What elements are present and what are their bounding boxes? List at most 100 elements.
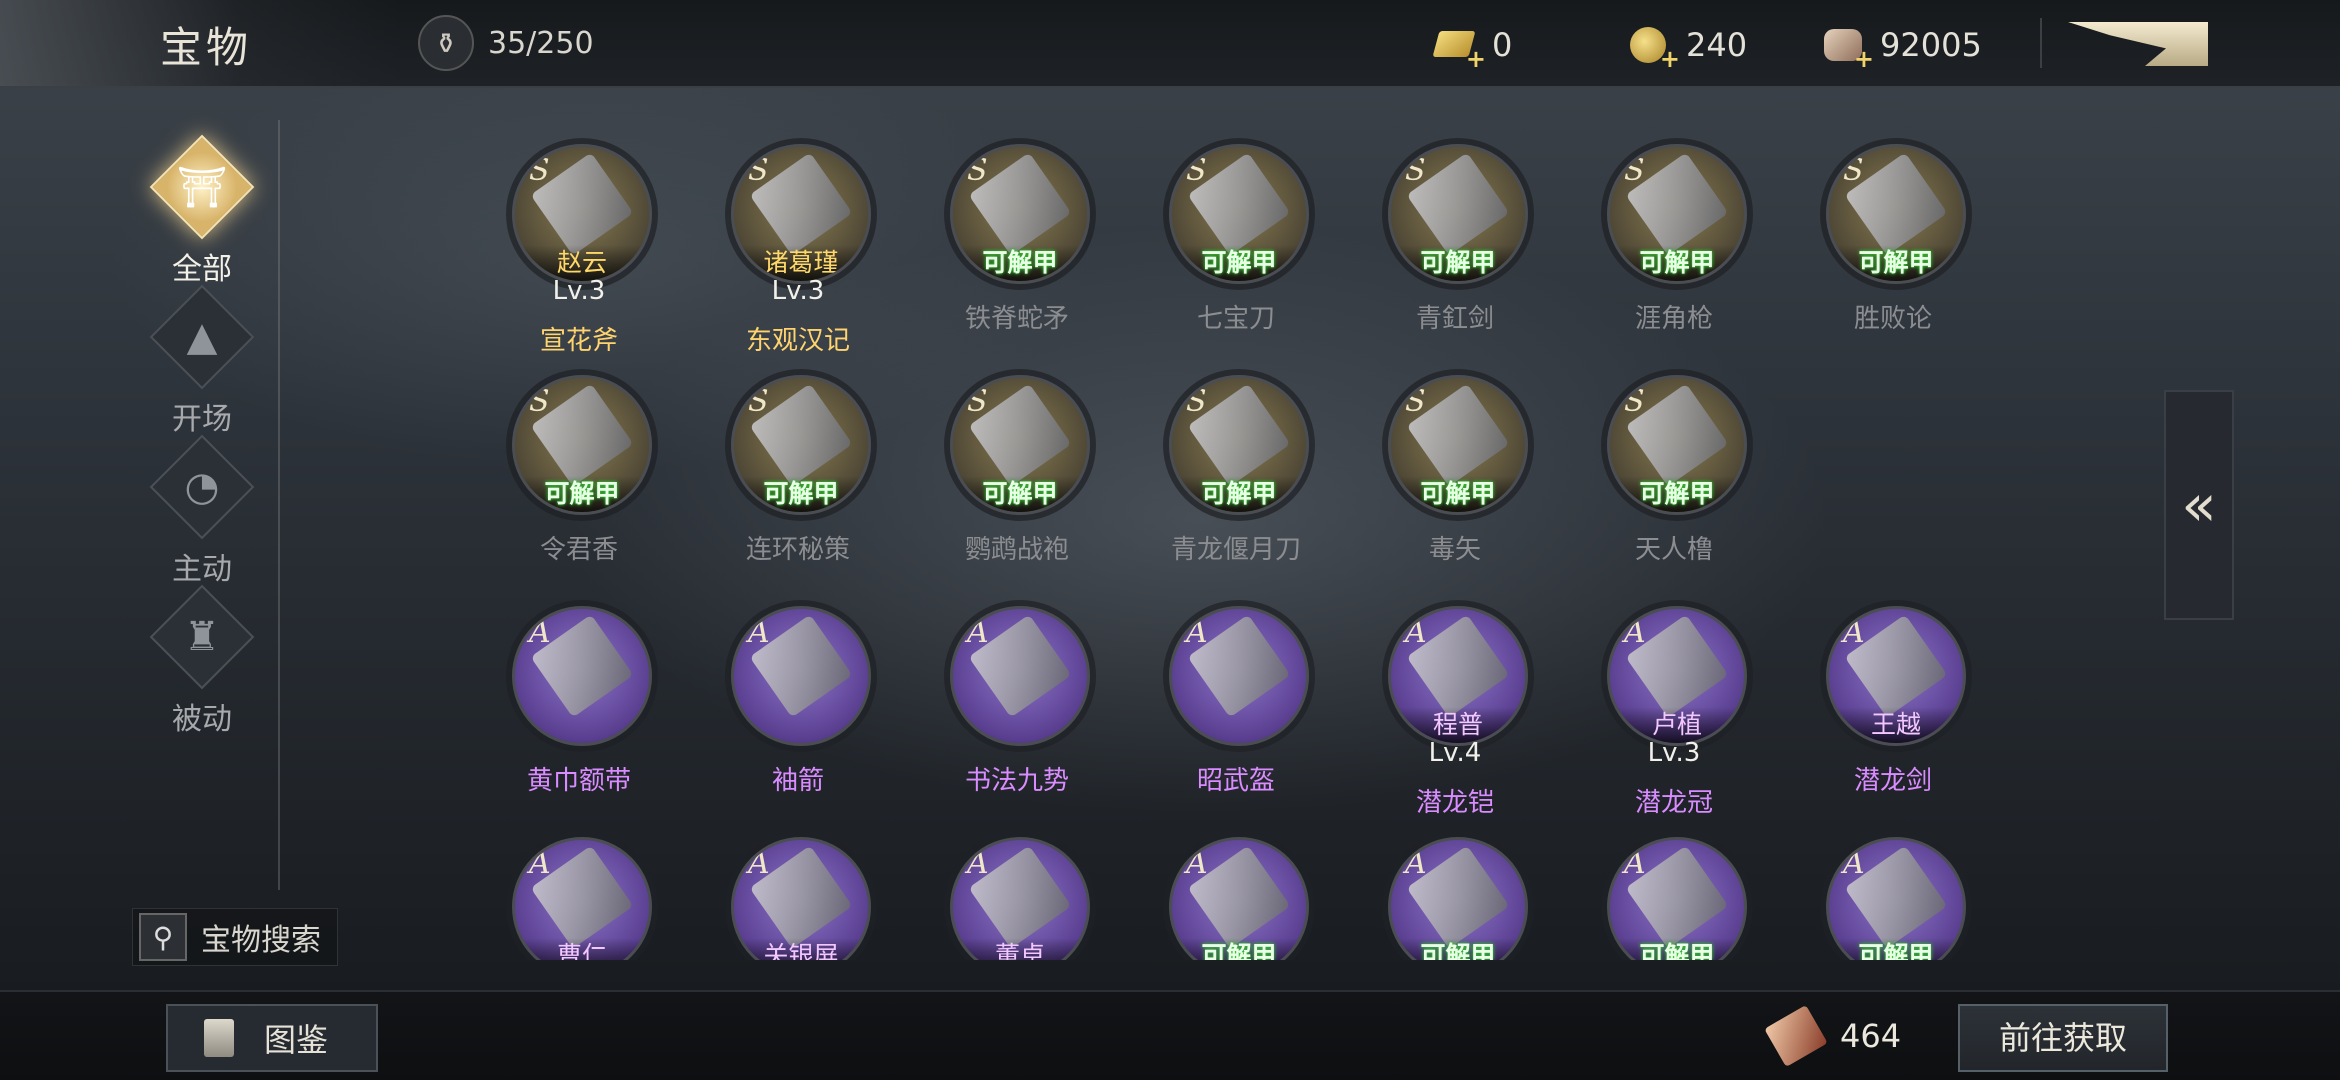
treasure-name: 青釭剑: [1415, 304, 1494, 334]
treasure-name: 潜龙冠: [1634, 788, 1713, 818]
treasure-item[interactable]: A 曹仁: [482, 837, 672, 960]
treasure-frame: A 卢植: [1607, 606, 1747, 746]
treasure-frame: A 曹仁: [512, 837, 652, 960]
shard-value: 464: [1840, 1017, 1902, 1055]
treasure-item[interactable]: A 黄巾额带: [482, 606, 672, 806]
treasure-item[interactable]: S 诸葛瑾 Lv.3 东观汉记: [701, 144, 891, 356]
treasure-frame: S 可解甲: [1826, 144, 1966, 284]
treasure-frame: A 可解甲: [1826, 837, 1966, 960]
unlock-tag: 可解甲: [1610, 938, 1744, 960]
treasure-frame: A 可解甲: [1388, 837, 1528, 960]
treasure-item[interactable]: S 可解甲鹦鹉战袍: [920, 375, 1110, 575]
handbook-button[interactable]: 图鉴: [166, 1004, 378, 1072]
treasure-frame: S 可解甲: [731, 375, 871, 515]
treasure-name: 天人橹: [1634, 535, 1713, 565]
handbook-label: 图鉴: [264, 1021, 329, 1059]
unlock-tag: 可解甲: [734, 476, 868, 512]
treasure-item[interactable]: S 可解甲毒矢: [1358, 375, 1548, 575]
treasure-grid: S 赵云 Lv.3 宣花斧 S 诸葛瑾 Lv.3 东观汉记 S 可解甲 铁脊蛇矛 S 可解甲 七宝刀 S 可解…: [0, 0, 2340, 960]
treasure-name: 鹦鹉战袍: [964, 535, 1069, 565]
treasure-frame: S 诸葛瑾: [731, 144, 871, 284]
treasure-name: 宣花斧: [539, 326, 618, 356]
treasure-item[interactable]: A 书法九势: [920, 606, 1110, 806]
unlock-tag: 可解甲: [953, 476, 1087, 512]
treasure-frame: S 赵云: [512, 144, 652, 284]
treasure-frame: S 可解甲: [1607, 144, 1747, 284]
treasure-item[interactable]: A 王越潜龙剑: [1796, 606, 1986, 806]
goto-obtain-button[interactable]: 前往获取: [1958, 1004, 2168, 1072]
unlock-tag: 可解甲: [1610, 245, 1744, 281]
treasure-name: 潜龙剑: [1853, 766, 1932, 796]
treasure-frame: S 可解甲: [1169, 144, 1309, 284]
treasure-name: 书法九势: [964, 766, 1069, 796]
treasure-frame: A: [731, 606, 871, 746]
treasure-item[interactable]: A 卢植 Lv.3 潜龙冠: [1577, 606, 1767, 818]
treasure-frame: A: [1169, 606, 1309, 746]
treasure-item[interactable]: S 可解甲涯角枪: [1577, 144, 1767, 344]
unlock-tag: 可解甲: [1610, 476, 1744, 512]
equipped-hero-tag: 曹仁: [515, 938, 649, 960]
treasure-level: Lv.4: [1428, 738, 1482, 768]
treasure-item[interactable]: S 可解甲七宝刀: [1139, 144, 1329, 344]
treasure-screen: 宝物 ⚱ 35/250 + 0 + 240 + 92005 ⛩ 全部 ▲ 开场 …: [0, 0, 2340, 1080]
treasure-frame: S 可解甲: [1169, 375, 1309, 515]
treasure-item[interactable]: A 关银屏: [701, 837, 891, 960]
treasure-item[interactable]: A 可解甲: [1796, 837, 1986, 960]
treasure-name: 胜败论: [1853, 304, 1932, 334]
treasure-level: Lv.3: [552, 276, 606, 306]
treasure-frame: A 关银屏: [731, 837, 871, 960]
treasure-frame: A: [950, 606, 1090, 746]
treasure-frame: S 可解甲: [1388, 144, 1528, 284]
unlock-tag: 可解甲: [1829, 938, 1963, 960]
treasure-name: 连环秘策: [745, 535, 850, 565]
unlock-tag: 可解甲: [515, 476, 649, 512]
unlock-tag: 可解甲: [1172, 938, 1306, 960]
treasure-frame: A 程普: [1388, 606, 1528, 746]
unlock-tag: 可解甲: [1391, 476, 1525, 512]
treasure-name: 令君香: [539, 535, 618, 565]
treasure-item[interactable]: S 可解甲连环秘策: [701, 375, 891, 575]
collapse-panel-button[interactable]: «: [2164, 390, 2234, 620]
treasure-name: 潜龙铠: [1415, 788, 1494, 818]
equipped-hero-tag: 王越: [1829, 707, 1963, 743]
treasure-item[interactable]: S 可解甲令君香: [482, 375, 672, 575]
treasure-name: 七宝刀: [1196, 304, 1275, 334]
treasure-item[interactable]: A 董卓: [920, 837, 1110, 960]
treasure-item[interactable]: S 可解甲胜败论: [1796, 144, 1986, 344]
treasure-level: Lv.3: [1647, 738, 1701, 768]
treasure-item[interactable]: A 可解甲: [1577, 837, 1767, 960]
treasure-frame: A 可解甲: [1169, 837, 1309, 960]
unlock-tag: 可解甲: [1172, 245, 1306, 281]
treasure-level: Lv.3: [771, 276, 825, 306]
treasure-name: 袖箭: [771, 766, 824, 796]
unlock-tag: 可解甲: [1172, 476, 1306, 512]
unlock-tag: 可解甲: [1829, 245, 1963, 281]
treasure-item[interactable]: A 袖箭: [701, 606, 891, 806]
treasure-name: 昭武盔: [1196, 766, 1275, 796]
treasure-item[interactable]: S 可解甲 青龙偃月刀: [1139, 375, 1329, 575]
treasure-frame: S 可解甲: [1388, 375, 1528, 515]
book-icon: [204, 1019, 234, 1057]
treasure-frame: S 可解甲: [512, 375, 652, 515]
treasure-item[interactable]: A 程普 Lv.4 潜龙铠: [1358, 606, 1548, 818]
treasure-item[interactable]: S 赵云 Lv.3 宣花斧: [482, 144, 672, 356]
unlock-tag: 可解甲: [953, 245, 1087, 281]
treasure-name: 涯角枪: [1634, 304, 1713, 334]
equipped-hero-tag: 董卓: [953, 938, 1087, 960]
treasure-name: 毒矢: [1428, 535, 1481, 565]
treasure-item[interactable]: A 可解甲: [1358, 837, 1548, 960]
treasure-item[interactable]: A 昭武盔: [1139, 606, 1329, 806]
treasure-name: 东观汉记: [745, 326, 850, 356]
treasure-item[interactable]: S 可解甲 铁脊蛇矛: [920, 144, 1110, 344]
treasure-frame: A: [512, 606, 652, 746]
treasure-frame: A 可解甲: [1607, 837, 1747, 960]
treasure-frame: S 可解甲: [950, 375, 1090, 515]
double-chevron-left-icon: «: [2181, 471, 2217, 539]
treasure-frame: A 王越: [1826, 606, 1966, 746]
unlock-tag: 可解甲: [1391, 245, 1525, 281]
treasure-item[interactable]: A 可解甲: [1139, 837, 1329, 960]
treasure-item[interactable]: S 可解甲 天人橹: [1577, 375, 1767, 575]
treasure-item[interactable]: S 可解甲青釭剑: [1358, 144, 1548, 344]
treasure-name: 铁脊蛇矛: [964, 304, 1069, 334]
treasure-name: 黄巾额带: [526, 766, 631, 796]
